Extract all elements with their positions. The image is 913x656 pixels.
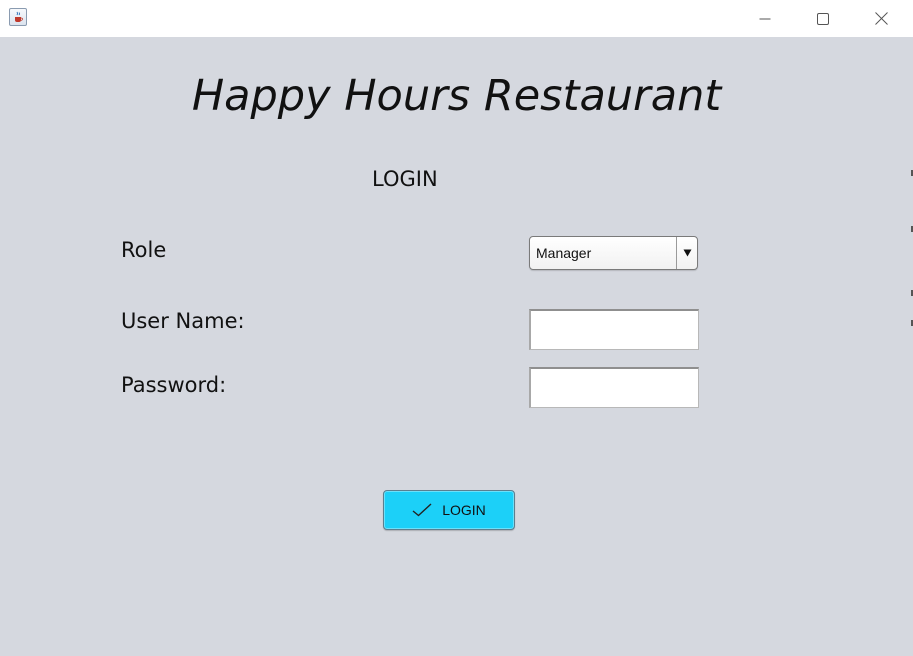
role-dropdown[interactable]: Manager [529,236,698,270]
username-label: User Name: [121,309,245,333]
role-dropdown-value: Manager [536,245,592,261]
close-icon [874,12,888,25]
minimize-icon [759,18,771,19]
java-cup-icon[interactable] [9,8,27,26]
app-window: Happy Hours Restaurant LOGIN Role Manage… [0,0,913,656]
login-button-label: LOGIN [442,502,486,518]
minimize-button[interactable] [736,0,794,37]
title-bar [0,0,913,37]
login-panel: Happy Hours Restaurant LOGIN Role Manage… [0,37,913,656]
close-button[interactable] [852,0,910,37]
role-label: Role [121,238,167,262]
maximize-button[interactable] [794,0,852,37]
password-input[interactable] [529,367,699,408]
page-title: Happy Hours Restaurant [191,71,722,121]
login-button[interactable]: LOGIN [383,490,515,530]
maximize-icon [817,12,829,25]
login-heading: LOGIN [372,167,438,191]
dropdown-arrow-icon[interactable] [676,237,697,269]
check-icon [412,503,432,517]
username-input[interactable] [529,309,699,350]
password-label: Password: [121,373,227,397]
